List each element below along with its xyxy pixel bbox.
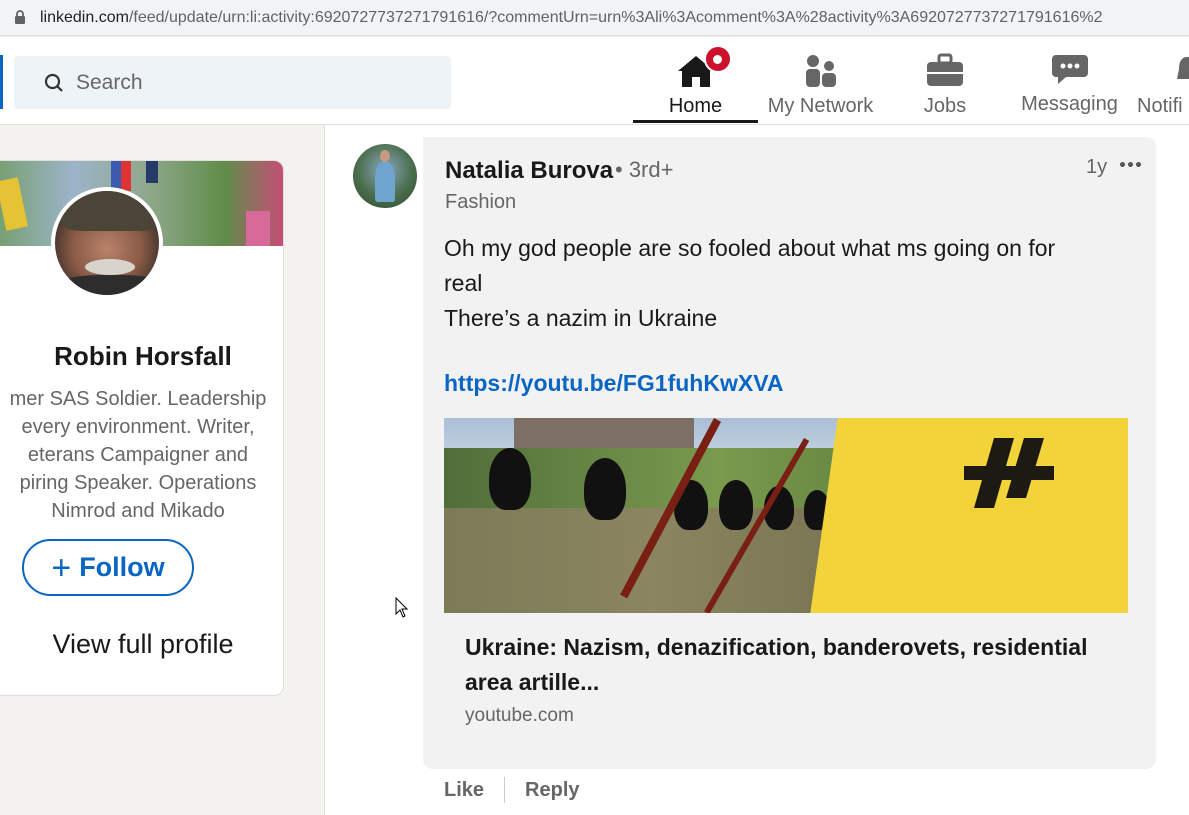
profile-headline-line: piring Speaker. Operations bbox=[19, 472, 257, 494]
url-text[interactable]: linkedin.com/feed/update/urn:li:activity… bbox=[40, 9, 1103, 27]
link-preview-title-line: area artille... bbox=[465, 669, 600, 695]
commenter-name[interactable]: Natalia Burova bbox=[445, 157, 613, 185]
link-preview-title-line: Ukraine: Nazism, denazification, bandero… bbox=[465, 634, 1088, 660]
top-navigation: Home My Network Jobs Messaging Notifi bbox=[0, 37, 1189, 125]
search-input[interactable] bbox=[76, 70, 416, 95]
follow-button[interactable]: + Follow bbox=[22, 539, 194, 596]
nav-home-label: Home bbox=[668, 95, 723, 117]
comment-link[interactable]: https://youtu.be/FG1fuhKwXVA bbox=[444, 370, 783, 397]
linkedin-logo-edge[interactable] bbox=[0, 55, 3, 109]
bell-icon bbox=[1177, 51, 1189, 91]
commenter-headline: Fashion bbox=[445, 191, 517, 213]
comment-text: Oh my god people are so fooled about wha… bbox=[444, 231, 1134, 336]
nav-messaging-label: Messaging bbox=[1021, 93, 1118, 115]
profile-avatar[interactable] bbox=[51, 187, 163, 299]
action-divider bbox=[504, 777, 506, 803]
profile-headline-line: every environment. Writer, bbox=[21, 416, 255, 438]
profile-headline-line: Nimrod and Mikado bbox=[51, 500, 225, 522]
link-preview-image[interactable] bbox=[444, 418, 1128, 613]
nav-messaging[interactable]: Messaging bbox=[1007, 37, 1132, 125]
plus-icon: + bbox=[51, 548, 72, 587]
people-icon bbox=[801, 51, 841, 91]
profile-card: Robin Horsfall mer SAS Soldier. Leadersh… bbox=[0, 160, 284, 696]
profile-headline: mer SAS Soldier. Leadership every enviro… bbox=[0, 385, 271, 525]
address-bar[interactable]: linkedin.com/feed/update/urn:li:activity… bbox=[0, 0, 1189, 36]
home-icon bbox=[676, 45, 732, 91]
url-path: /feed/update/urn:li:activity:69207277372… bbox=[128, 8, 1103, 26]
profile-name[interactable]: Robin Horsfall bbox=[0, 341, 283, 372]
lock-icon bbox=[14, 10, 30, 25]
profile-headline-line: mer SAS Soldier. Leadership bbox=[9, 388, 267, 410]
follow-button-label: Follow bbox=[79, 552, 165, 582]
profile-headline-line: eterans Campaigner and bbox=[27, 444, 249, 466]
search-box[interactable] bbox=[14, 56, 451, 109]
nav-my-network-label: My Network bbox=[767, 95, 874, 117]
reply-button[interactable]: Reply bbox=[525, 779, 579, 802]
comment-thread: Natalia Burova • 3rd+ Fashion 1y Oh my g… bbox=[324, 125, 1189, 815]
nav-jobs-label: Jobs bbox=[923, 95, 967, 117]
nav-notifications-label: Notifi bbox=[1137, 95, 1183, 117]
nav-jobs[interactable]: Jobs bbox=[883, 37, 1007, 125]
nav-home[interactable]: Home bbox=[633, 37, 758, 125]
active-tab-indicator bbox=[633, 120, 758, 123]
like-button[interactable]: Like bbox=[444, 779, 484, 802]
comment-actions: Like Reply bbox=[444, 777, 580, 803]
comment-text-line: real bbox=[444, 270, 483, 296]
comment-timestamp: 1y bbox=[1086, 156, 1108, 178]
mouse-cursor-icon bbox=[395, 597, 409, 618]
flag-emblem bbox=[964, 438, 1054, 508]
nav-notifications[interactable]: Notifi bbox=[1132, 37, 1189, 125]
link-preview-title[interactable]: Ukraine: Nazism, denazification, bandero… bbox=[465, 630, 1125, 700]
chat-icon bbox=[1050, 49, 1090, 89]
search-icon bbox=[44, 73, 64, 93]
notification-badge bbox=[703, 45, 732, 73]
comment-text-line: There’s a nazim in Ukraine bbox=[444, 305, 718, 331]
comment-text-line: Oh my god people are so fooled about wha… bbox=[444, 235, 1056, 261]
view-full-profile-link[interactable]: View full profile bbox=[0, 629, 283, 660]
comment-bubble: Natalia Burova • 3rd+ Fashion 1y Oh my g… bbox=[423, 137, 1156, 769]
link-preview-source: youtube.com bbox=[465, 705, 574, 726]
nav-my-network[interactable]: My Network bbox=[758, 37, 883, 125]
more-options-icon[interactable] bbox=[1115, 151, 1145, 177]
commenter-avatar[interactable] bbox=[353, 144, 417, 208]
url-host: linkedin.com bbox=[40, 8, 129, 26]
briefcase-icon bbox=[925, 51, 965, 91]
connection-degree: • 3rd+ bbox=[615, 157, 674, 182]
